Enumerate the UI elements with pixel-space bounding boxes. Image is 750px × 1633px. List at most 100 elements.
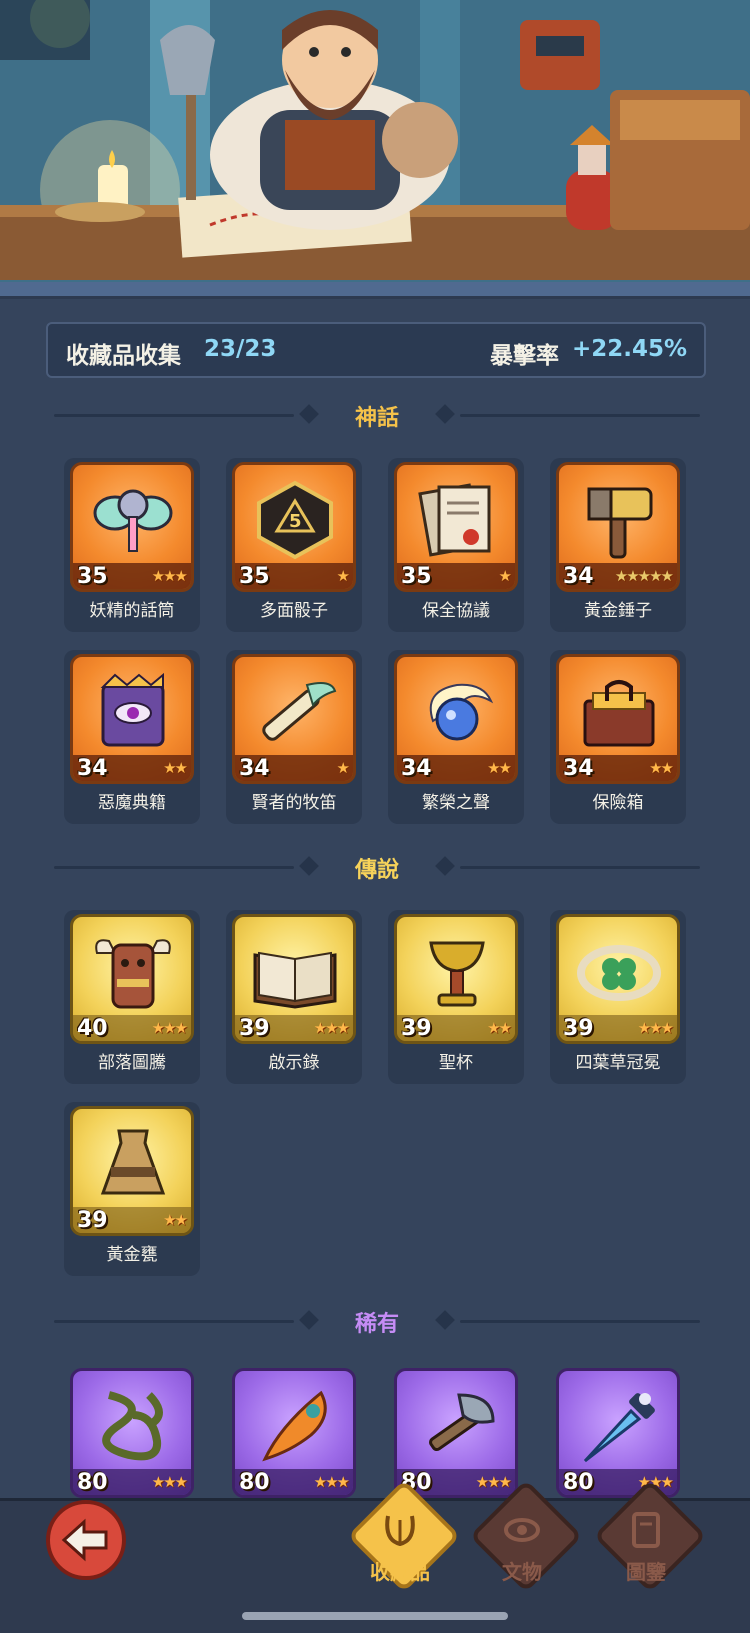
- collectible-card[interactable]: 34 ★★ 惡魔典籍: [64, 650, 200, 824]
- item-tile: 39 ★★★: [232, 914, 356, 1044]
- item-tile: 39 ★★: [70, 1106, 194, 1236]
- item-tile: 39 ★★★: [556, 914, 680, 1044]
- item-tile: 34 ★★: [70, 654, 194, 784]
- section-title-mythic: 神話: [354, 406, 399, 431]
- item-stars: ★★★: [313, 1019, 350, 1037]
- collectible-card[interactable]: 34 ★★★★★ 黃金錘子: [550, 458, 686, 632]
- item-level: 80: [77, 1470, 108, 1495]
- item-name: 惡魔典籍: [98, 793, 166, 813]
- safe-box-icon: [583, 680, 655, 747]
- collection-stats-bar: 收藏品收集 23/23 暴擊率 +22.45%: [46, 322, 706, 378]
- golden-hammer-icon: [587, 487, 653, 559]
- collectible-card[interactable]: 39 ★★★ 啟示錄: [226, 910, 362, 1084]
- item-tile: 35 ★: [394, 462, 518, 592]
- collectible-card[interactable]: 34 ★ 賢者的牧笛: [226, 650, 362, 824]
- item-level: 34: [77, 756, 108, 781]
- section-header-mythic: 神話: [54, 400, 700, 431]
- item-tile: 5 35 ★: [232, 462, 356, 592]
- item-name: 保全協議: [422, 601, 490, 621]
- item-tile: 40 ★★★: [70, 914, 194, 1044]
- dwarf-shopkeeper-illustration: [0, 0, 750, 290]
- item-level: 34: [563, 756, 594, 781]
- collectible-card[interactable]: 5 35 ★ 多面骰子: [226, 458, 362, 632]
- item-tile: 80 ★★★: [70, 1368, 194, 1498]
- section-header-legendary: 傳說: [54, 852, 700, 883]
- section-header-rare: 稀有: [54, 1306, 700, 1337]
- item-level: 34: [239, 756, 270, 781]
- sage-flute-icon: [262, 682, 337, 741]
- collectible-card[interactable]: 39 ★★ 聖杯: [388, 910, 524, 1084]
- item-tile: 80 ★★★: [232, 1368, 356, 1498]
- item-stars: ★★★: [475, 1473, 512, 1491]
- collectible-card[interactable]: 34 ★★ 保險箱: [550, 650, 686, 824]
- item-name: 部落圖騰: [98, 1053, 166, 1073]
- item-level: 35: [401, 564, 432, 589]
- item-level: 34: [563, 564, 594, 589]
- demon-tome-icon: [100, 672, 165, 747]
- item-name: 黃金錘子: [584, 601, 652, 621]
- section-title-legendary: 傳說: [354, 858, 399, 883]
- item-tile: 80 ★★★: [556, 1368, 680, 1498]
- eye-icon: [504, 1518, 540, 1542]
- book-icon: [632, 1512, 660, 1548]
- section-title-rare: 稀有: [354, 1312, 399, 1337]
- ice-dagger-icon: [583, 1393, 655, 1463]
- item-level: 39: [77, 1208, 108, 1233]
- item-stars: ★★★★★: [614, 567, 674, 585]
- collection-label: 收藏品收集: [66, 343, 181, 369]
- item-name: 保險箱: [592, 793, 644, 813]
- clover-crown-icon: [577, 945, 661, 1001]
- item-name: 啟示錄: [268, 1053, 320, 1073]
- fairy-microphone-icon: [93, 489, 173, 552]
- tribal-totem-icon: [95, 939, 171, 1009]
- golden-urn-icon: [100, 1129, 166, 1195]
- collectible-card[interactable]: 35 ★★★ 妖精的話筒: [64, 458, 200, 632]
- hero-banner: [0, 0, 750, 290]
- collectible-card[interactable]: 39 ★★ 黃金甕: [64, 1102, 200, 1276]
- item-level: 40: [77, 1016, 108, 1041]
- item-name: 多面骰子: [260, 601, 328, 621]
- item-stars: ★★: [649, 759, 674, 777]
- item-stars: ★: [336, 567, 351, 585]
- collectible-card[interactable]: 35 ★ 保全協議: [388, 458, 524, 632]
- tab-label: 文物: [502, 1560, 542, 1584]
- collectible-card[interactable]: 34 ★★ 繁榮之聲: [388, 650, 524, 824]
- item-level: 35: [77, 564, 108, 589]
- hero-divider: [0, 282, 750, 299]
- item-level: 39: [563, 1016, 594, 1041]
- security-agreement-icon: [418, 483, 491, 557]
- item-tile: 35 ★★★: [70, 462, 194, 592]
- item-level: 34: [401, 756, 432, 781]
- home-indicator[interactable]: [242, 1612, 508, 1620]
- item-stars: ★★★: [151, 1473, 188, 1491]
- item-level: 39: [239, 1016, 270, 1041]
- back-button[interactable]: [46, 1500, 126, 1580]
- prosperity-voice-icon: [429, 683, 494, 741]
- phoenix-feather-icon: [262, 1390, 327, 1462]
- item-level: 39: [401, 1016, 432, 1041]
- svg-text:5: 5: [289, 511, 302, 532]
- tab-label: 收藏品: [370, 1560, 430, 1584]
- tab-artifacts[interactable]: 文物: [469, 1479, 583, 1610]
- collectible-card[interactable]: 39 ★★★ 四葉草冠冕: [550, 910, 686, 1084]
- item-name: 聖杯: [439, 1053, 473, 1073]
- item-name: 賢者的牧笛: [251, 793, 337, 813]
- collectible-card[interactable]: 40 ★★★ 部落圖騰: [64, 910, 200, 1084]
- revelation-book-icon: [253, 951, 337, 1009]
- item-stars: ★★: [487, 1019, 512, 1037]
- item-level: 35: [239, 564, 270, 589]
- item-level: 80: [239, 1470, 270, 1495]
- item-tile: 34 ★: [232, 654, 356, 784]
- tab-codex[interactable]: 圖鑒: [593, 1479, 707, 1610]
- item-stars: ★: [498, 567, 513, 585]
- crit-rate-label: 暴擊率: [490, 343, 559, 369]
- stone-axe-icon: [429, 1393, 495, 1452]
- item-tile: 34 ★★: [394, 654, 518, 784]
- thorn-vine-icon: [102, 1391, 163, 1461]
- item-name: 黃金甕: [106, 1245, 158, 1265]
- item-name: 四葉草冠冕: [575, 1053, 661, 1073]
- tab-collectibles[interactable]: 收藏品: [347, 1479, 461, 1610]
- item-tile: 34 ★★: [556, 654, 680, 784]
- item-stars: ★★★: [637, 1019, 674, 1037]
- tab-label: 圖鑒: [626, 1560, 666, 1584]
